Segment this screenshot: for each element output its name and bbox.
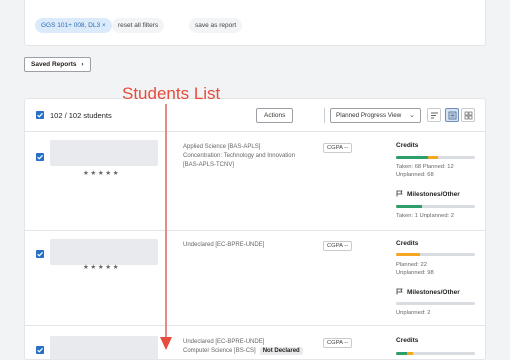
close-icon[interactable]: × bbox=[102, 22, 106, 29]
chevron-down-icon: ⌄ bbox=[409, 112, 415, 119]
milestones-title: Milestones/Other bbox=[396, 190, 460, 198]
credits-line: Planned: 22 bbox=[396, 262, 427, 268]
credits-line: Taken: 68 Planned: 12 bbox=[396, 164, 454, 170]
list-header: 102 / 102 students Actions Planned Progr… bbox=[25, 99, 485, 132]
credits-planned-segment bbox=[407, 352, 414, 355]
view-select[interactable]: Planned Progress View ⌄ bbox=[330, 108, 421, 123]
saved-reports-label: Saved Reports bbox=[31, 61, 77, 68]
reset-filters-button[interactable]: reset all filters bbox=[112, 18, 165, 33]
students-list: 102 / 102 students Actions Planned Progr… bbox=[24, 98, 486, 360]
credits-title: Credits bbox=[396, 337, 419, 344]
credits-taken-segment bbox=[396, 156, 429, 159]
student-checkbox[interactable] bbox=[36, 250, 44, 258]
milestones-title: Milestones/Other bbox=[396, 288, 460, 296]
credits-line: Unplanned: 68 bbox=[396, 172, 434, 178]
filter-panel: GGS 101+ 008, DL3 × reset all filters sa… bbox=[24, 0, 486, 46]
filter-chip[interactable]: GGS 101+ 008, DL3 × bbox=[35, 18, 112, 33]
chevron-right-icon: › bbox=[81, 61, 84, 68]
milestones-progress-bar bbox=[396, 205, 475, 208]
student-row[interactable]: Undeclared [EC-BPRE-UNDE] Computer Scien… bbox=[25, 326, 485, 359]
program-line: [BAS-APLS-TCNV] bbox=[183, 162, 235, 168]
credits-progress-bar bbox=[396, 156, 475, 159]
sort-icon bbox=[431, 112, 438, 119]
student-program: Applied Science [BAS-APLS] Concentration… bbox=[183, 143, 295, 170]
view-select-value: Planned Progress View bbox=[336, 112, 402, 119]
student-row[interactable]: ★★★★★ Undeclared [EC-BPRE-UNDE] CGPA -- … bbox=[25, 231, 485, 326]
student-checkbox[interactable] bbox=[36, 346, 44, 354]
program-line: Computer Science [BS-CS] Not Declared bbox=[183, 347, 303, 356]
credits-line: Unplanned: 98 bbox=[396, 270, 434, 276]
student-count: 102 / 102 students bbox=[50, 111, 112, 120]
sort-button[interactable] bbox=[427, 108, 441, 122]
student-name-blurred bbox=[50, 239, 158, 265]
list-view-button[interactable] bbox=[445, 108, 459, 122]
student-program: Undeclared [EC-BPRE-UNDE] Computer Scien… bbox=[183, 338, 303, 356]
not-declared-badge: Not Declared bbox=[259, 347, 303, 355]
annotation-title: Students List bbox=[122, 84, 221, 103]
program-line: Concentration: Technology and Innovation bbox=[183, 153, 295, 159]
saved-reports-button[interactable]: Saved Reports › bbox=[24, 57, 91, 72]
milestones-line: Taken: 1 Unplanned: 2 bbox=[396, 213, 455, 219]
milestones-line: Unplanned: 2 bbox=[396, 310, 431, 316]
credits-progress-bar bbox=[396, 253, 475, 256]
credits-planned-segment bbox=[428, 156, 438, 159]
flag-icon bbox=[396, 288, 403, 295]
save-as-report-button[interactable]: save as report bbox=[189, 18, 243, 33]
student-stars: ★★★★★ bbox=[83, 170, 121, 177]
flag-icon bbox=[396, 190, 403, 197]
actions-button[interactable]: Actions bbox=[256, 108, 294, 123]
credits-title: Credits bbox=[396, 240, 419, 247]
student-checkbox[interactable] bbox=[36, 153, 44, 161]
student-program: Undeclared [EC-BPRE-UNDE] bbox=[183, 241, 264, 250]
credits-title: Credits bbox=[396, 142, 419, 149]
milestones-progress-bar bbox=[396, 302, 475, 305]
milestones-taken-segment bbox=[396, 205, 423, 208]
cgpa-badge: CGPA -- bbox=[323, 143, 353, 153]
credits-progress-bar bbox=[396, 352, 475, 355]
program-line: Undeclared [EC-BPRE-UNDE] bbox=[183, 339, 265, 345]
grid-view-icon bbox=[464, 111, 473, 120]
student-name-blurred bbox=[50, 336, 158, 359]
student-stars: ★★★★★ bbox=[83, 264, 121, 271]
cgpa-badge: CGPA -- bbox=[323, 241, 353, 251]
program-line: Undeclared [EC-BPRE-UNDE] bbox=[183, 242, 265, 248]
divider bbox=[324, 108, 325, 123]
select-all-checkbox[interactable] bbox=[36, 111, 44, 119]
credits-planned-segment bbox=[396, 253, 420, 256]
filter-chip-label: GGS 101+ 008, DL3 bbox=[41, 22, 101, 29]
list-view-icon bbox=[448, 111, 457, 120]
credits-taken-segment bbox=[396, 352, 408, 355]
student-name-blurred bbox=[50, 140, 158, 166]
grid-view-button[interactable] bbox=[461, 108, 475, 122]
student-row[interactable]: ★★★★★ Applied Science [BAS-APLS] Concent… bbox=[25, 132, 485, 231]
cgpa-badge: CGPA -- bbox=[323, 338, 353, 348]
program-line: Applied Science [BAS-APLS] bbox=[183, 144, 261, 150]
